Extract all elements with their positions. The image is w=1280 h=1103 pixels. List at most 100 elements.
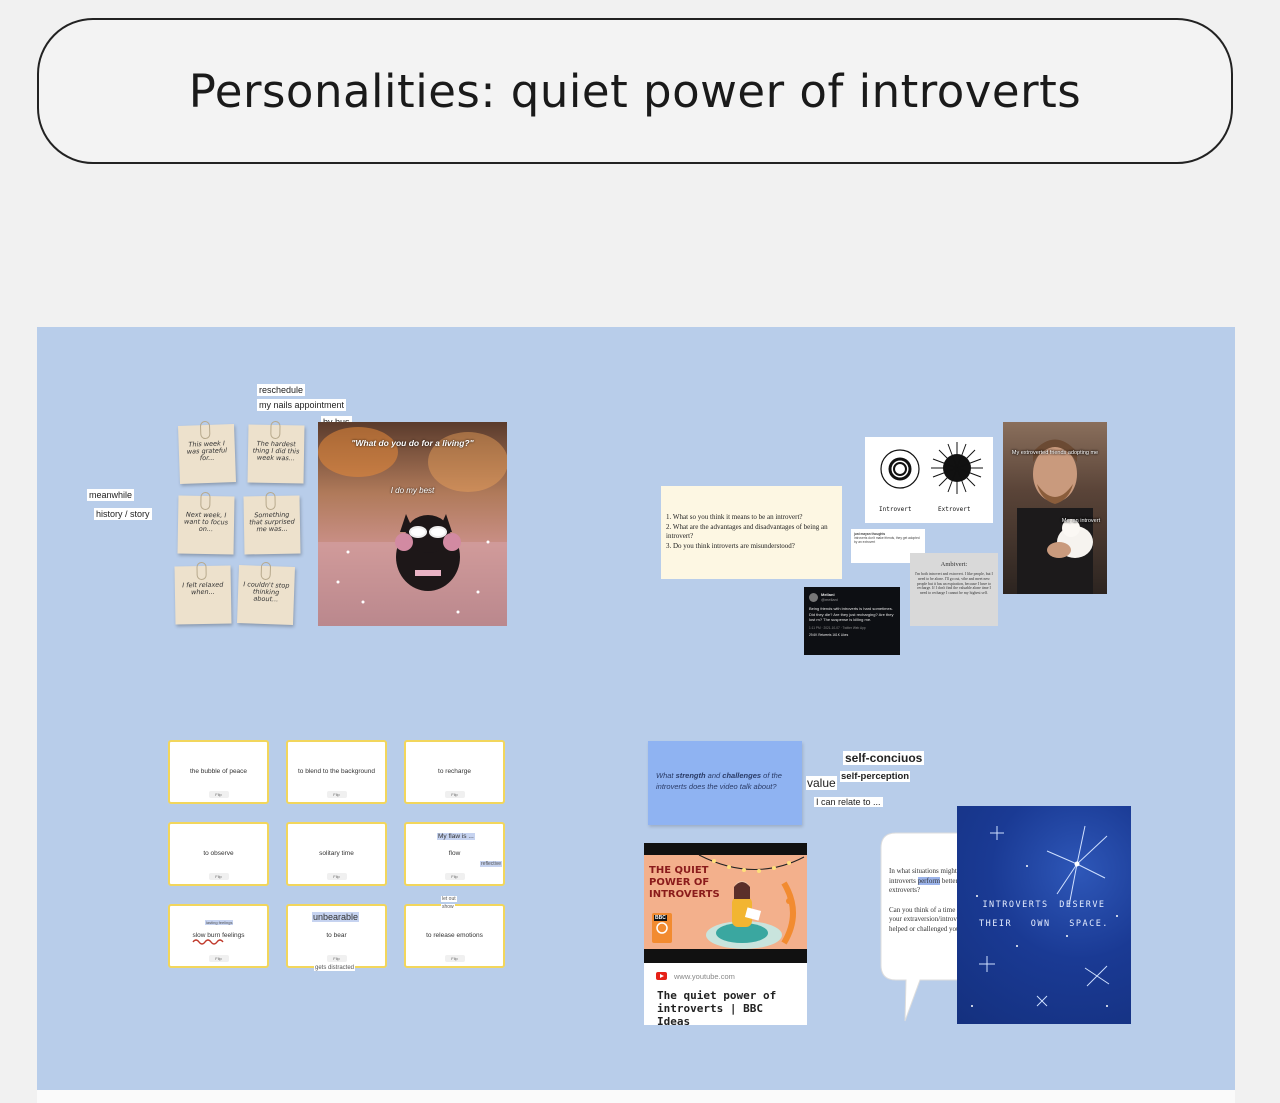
- extrovert-label: Extrovert: [938, 506, 971, 513]
- board-bottom-edge: [37, 1090, 1235, 1103]
- flip-button[interactable]: Flip: [208, 955, 229, 962]
- tag-self-conscious[interactable]: self-conciuos: [843, 751, 925, 765]
- tweet-card-dark[interactable]: Mellani @mellani Being friends with intr…: [804, 587, 900, 655]
- flip-card[interactable]: solitary time Flip: [286, 822, 387, 886]
- question-challenges: challenges: [722, 771, 762, 780]
- paperclip-icon: [260, 561, 272, 581]
- prompt-note[interactable]: This week I was grateful for...: [178, 420, 236, 484]
- tweet-stats: 29.6K Retweets 161K Likes: [809, 633, 849, 638]
- stars-illustration: [971, 825, 1118, 1007]
- cat-meme-image[interactable]: "What do you do for a living?" I do my b…: [318, 422, 507, 626]
- prompt-note[interactable]: I felt relaxed when...: [174, 561, 232, 625]
- flip-card-text: to observe: [203, 850, 234, 857]
- meme-caption-middle: I do my best: [390, 486, 435, 495]
- note-text: I felt relaxed when...: [182, 580, 224, 597]
- cat-illustration: [318, 427, 507, 626]
- avatar: [809, 592, 818, 602]
- photo-caption-top: My extroverted friends adopting me: [1011, 450, 1099, 456]
- poster-line-1: INTROVERTS DESERVE: [982, 900, 1106, 910]
- annotation-show[interactable]: show: [441, 904, 455, 910]
- question-item: 3. Do you think introverts are misunders…: [666, 541, 795, 550]
- discussion-questions-card[interactable]: 1. What so you think it means to be an i…: [661, 486, 842, 579]
- poster-line-2: THEIR OWN SPACE.: [979, 919, 1109, 929]
- annotation-reflective[interactable]: reflective: [480, 861, 503, 867]
- paperclip-icon: [199, 420, 211, 440]
- flip-button[interactable]: Flip: [326, 955, 347, 962]
- youtube-video-card[interactable]: THE QUIET POWER OF INTROVERTS BBC www.yo…: [644, 843, 807, 1028]
- flip-card-text: to release emotions: [426, 932, 483, 939]
- flip-card-text: to recharge: [438, 768, 471, 775]
- annotation-let-out[interactable]: let out: [441, 896, 457, 902]
- flip-button[interactable]: Flip: [444, 873, 465, 880]
- flip-card-text: flow: [448, 850, 461, 857]
- flip-card[interactable]: slow burn feelings Flip: [168, 904, 269, 968]
- tag-value[interactable]: value: [806, 776, 837, 790]
- prompt-note[interactable]: I couldn't stop thinking about...: [237, 561, 295, 625]
- meme-caption-top: "What do you do for a living?": [351, 438, 474, 448]
- introvert-label: Introvert: [879, 506, 912, 513]
- note-text: Next week, I want to focus on...: [183, 510, 229, 534]
- thumbnail-title: THE QUIET POWER OF INTROVERTS: [649, 865, 720, 900]
- paperclip-icon: [265, 491, 276, 511]
- flip-button[interactable]: Flip: [444, 955, 465, 962]
- flip-card-text: solitary time: [319, 850, 354, 857]
- question-text: and: [705, 771, 723, 780]
- reading-person-illustration: [652, 854, 805, 949]
- youtube-icon: [656, 972, 667, 980]
- tag-i-can-relate[interactable]: I can relate to ...: [814, 797, 883, 807]
- flip-button[interactable]: Flip: [444, 791, 465, 798]
- introvert-meme-photo[interactable]: My extroverted friends adopting me Me, a…: [1003, 422, 1107, 594]
- tweet-text: Introverts don't make friends, they get …: [854, 536, 920, 544]
- flip-button[interactable]: Flip: [326, 873, 347, 880]
- sticky-tag-reschedule[interactable]: reschedule: [257, 384, 306, 396]
- video-title: The quiet power of introverts | BBC Idea…: [657, 989, 777, 1028]
- question-item: 2. What are the advantages and disadvant…: [666, 522, 828, 541]
- note-text: I couldn't stop thinking about...: [243, 580, 290, 604]
- video-question-card[interactable]: What strength and challenges of the intr…: [648, 741, 802, 825]
- annotation-lasting-feelings[interactable]: lasting feelings: [205, 920, 234, 925]
- paperclip-icon: [196, 561, 207, 581]
- video-thumbnail[interactable]: THE QUIET POWER OF INTROVERTS BBC: [644, 843, 807, 963]
- introvert-extrovert-diagram[interactable]: Introvert Extrovert: [865, 437, 993, 523]
- tweet-text: Being friends with introverts is hard so…: [809, 606, 894, 622]
- flip-card[interactable]: the bubble of peace Flip: [168, 740, 269, 804]
- sticky-tag-nails[interactable]: my nails appointment: [257, 399, 347, 411]
- flip-card-text: to bear: [326, 932, 347, 939]
- sticky-tag-meanwhile[interactable]: meanwhile: [87, 489, 135, 501]
- tag-self-perception[interactable]: self-perception: [840, 771, 911, 782]
- ambivert-card[interactable]: Ambivert: I'm both introvert and extrove…: [910, 553, 998, 626]
- photo-caption-bottom: Me, an introvert: [1061, 518, 1101, 524]
- flip-card[interactable]: flow Flip: [404, 822, 505, 886]
- tweet-handle: @mellani: [821, 597, 838, 603]
- flip-card[interactable]: to recharge Flip: [404, 740, 505, 804]
- prompt-note[interactable]: Something that surprised me was...: [243, 491, 301, 555]
- flip-button[interactable]: Flip: [326, 791, 347, 798]
- question-text: What: [656, 771, 676, 780]
- bubble-highlight: perform: [917, 876, 941, 885]
- annotation-flaw[interactable]: My flaw is ...: [437, 833, 475, 840]
- prompt-note[interactable]: The hardest thing I did this week was...: [247, 420, 305, 484]
- prompt-note[interactable]: Next week, I want to focus on...: [177, 491, 235, 555]
- red-squiggle-icon: [192, 939, 224, 945]
- note-text: This week I was grateful for...: [186, 439, 228, 463]
- flip-button[interactable]: Flip: [208, 791, 229, 798]
- bbc-logo: BBC: [654, 915, 667, 921]
- note-text: Something that surprised me was...: [249, 510, 295, 534]
- paperclip-icon: [270, 420, 281, 440]
- flip-card[interactable]: to blend to the background Flip: [286, 740, 387, 804]
- man-with-cat-illustration: [1017, 439, 1093, 594]
- board-title-frame[interactable]: Personalities: quiet power of introverts: [37, 18, 1233, 164]
- annotation-unbearable[interactable]: unbearable: [312, 912, 360, 922]
- ambivert-title: Ambivert:: [940, 561, 968, 568]
- annotation-gets-distracted[interactable]: gets distracted: [314, 965, 356, 971]
- flip-card[interactable]: to observe Flip: [168, 822, 269, 886]
- tweet-timestamp: 1:11 PM · 2021-10-07 · Twitter Web App: [809, 626, 866, 631]
- ambivert-text: I'm both introvert and extrovert. I like…: [915, 572, 993, 596]
- flip-card-text: to blend to the background: [298, 768, 375, 775]
- board-title: Personalities: quiet power of introverts: [188, 64, 1082, 118]
- note-text: The hardest thing I did this week was...: [252, 439, 300, 463]
- flip-button[interactable]: Flip: [208, 873, 229, 880]
- sticky-tag-history[interactable]: history / story: [94, 508, 152, 520]
- introverts-poster[interactable]: INTROVERTS DESERVE THEIR OWN SPACE.: [957, 806, 1131, 1024]
- flip-card[interactable]: to release emotions Flip: [404, 904, 505, 968]
